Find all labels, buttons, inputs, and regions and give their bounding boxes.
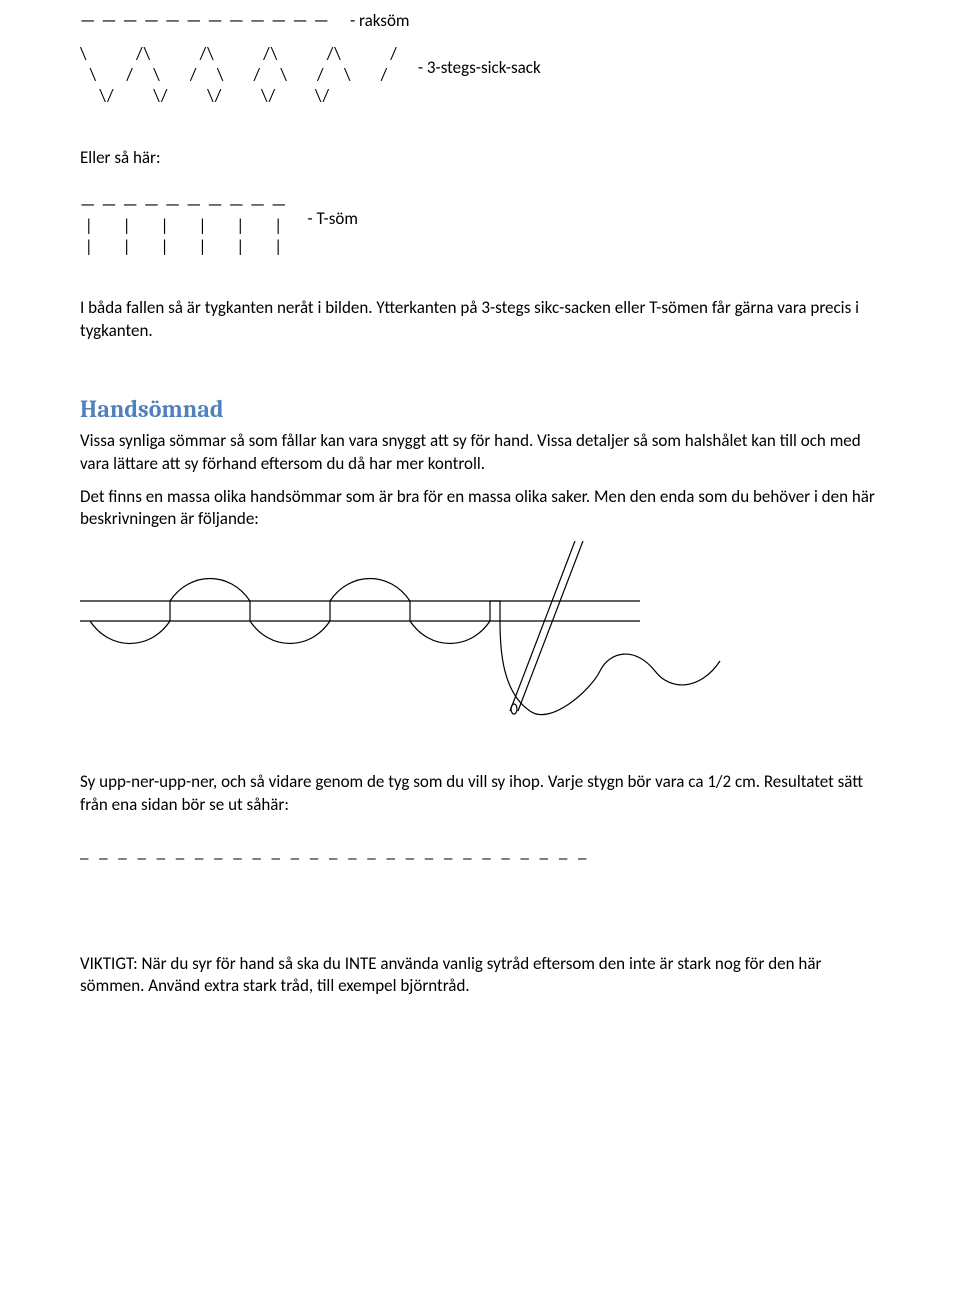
diagram-needle-stitch [80, 541, 880, 731]
paragraph-hand-1: Vissa synliga sömmar så som fållar kan v… [80, 430, 880, 476]
stitch-ascii-raksom: — — — — — — — — — — — — [80, 10, 330, 31]
paragraph-intro: I båda fallen så är tygkanten neråt i bi… [80, 297, 880, 343]
heading-handsomnad: Handsömnad [80, 393, 880, 425]
stitch-row-zigzag: \ /\ /\ /\ /\ / \ / \ / \ / \ / \ / \/ \… [80, 43, 880, 107]
stitch-dash-result: _ _ _ _ _ _ _ _ _ _ _ _ _ _ _ _ _ _ _ _ … [80, 841, 880, 862]
stitch-row-tsom: — — — — — — — — — — | | | | | | | | | | … [80, 194, 880, 258]
stitch-label-zigzag: - 3-stegs-sick-sack [418, 43, 541, 80]
document-page: — — — — — — — — — — — — - raksöm \ /\ /\… [0, 0, 960, 1312]
text-eller: Eller så här: [80, 147, 880, 170]
stitch-row-raksom: — — — — — — — — — — — — - raksöm [80, 10, 880, 33]
stitch-label-raksom: - raksöm [350, 10, 410, 33]
paragraph-important: VIKTIGT: När du syr för hand så ska du I… [80, 953, 880, 999]
stitch-ascii-tsom: — — — — — — — — — — | | | | | | | | | | … [80, 194, 288, 258]
stitch-label-tsom: - T-söm [308, 194, 358, 231]
paragraph-hand-2: Det finns en massa olika handsömmar som … [80, 486, 880, 532]
paragraph-instructions: Sy upp-ner-upp-ner, och så vidare genom … [80, 771, 880, 817]
stitch-ascii-zigzag: \ /\ /\ /\ /\ / \ / \ / \ / \ / \ / \/ \… [80, 43, 398, 107]
